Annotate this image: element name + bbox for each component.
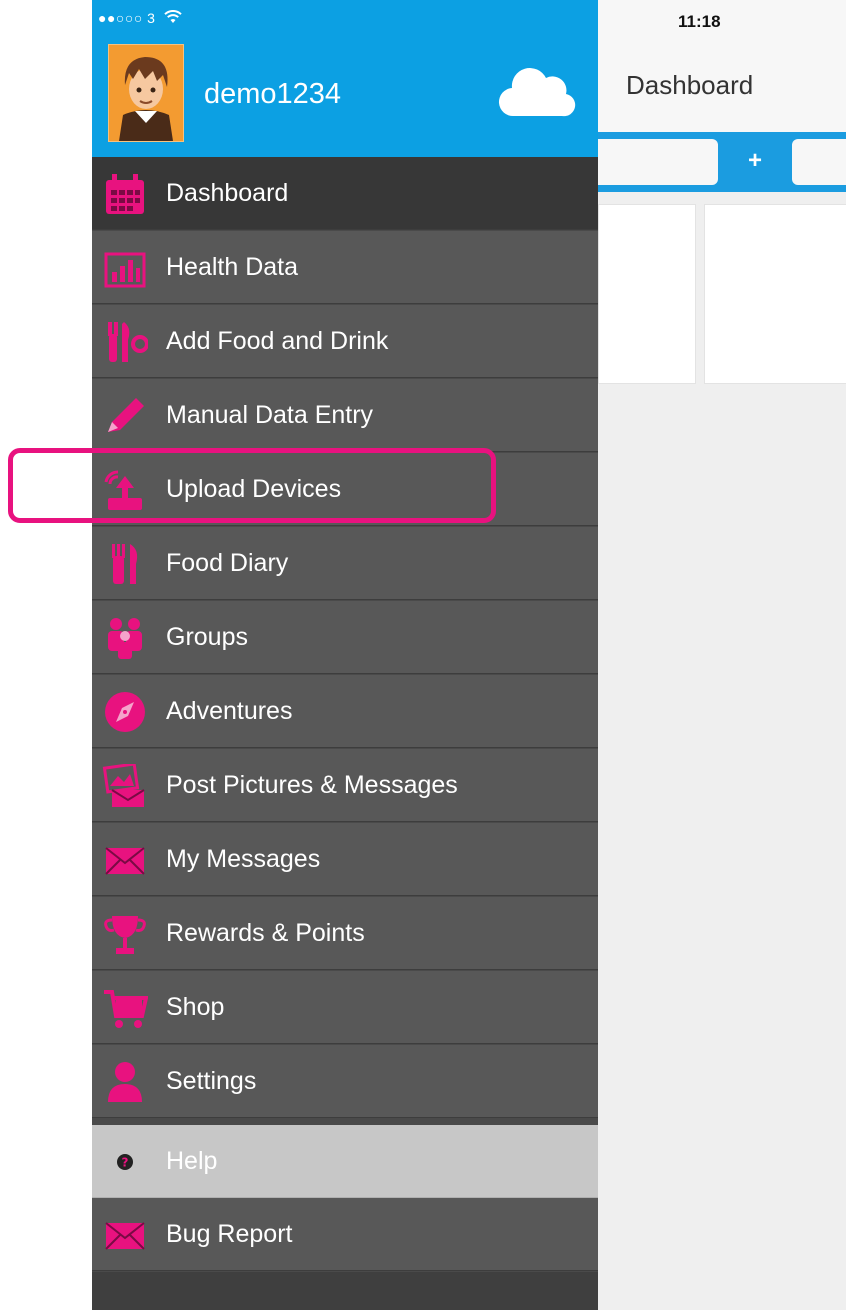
sidebar-item-bug-report[interactable]: Bug Report: [92, 1198, 598, 1271]
tab-bar: +: [598, 132, 846, 192]
sidebar-item-dashboard[interactable]: Dashboard: [92, 157, 598, 230]
carrier-status: ●●○○○ 3: [98, 10, 182, 26]
group-icon: [108, 618, 142, 659]
cart-icon: [104, 990, 148, 1028]
sidebar-item-label: Shop: [166, 993, 225, 1021]
dashboard-card[interactable]: [598, 204, 696, 384]
status-time: 11:18: [678, 12, 721, 31]
trophy-icon: [104, 916, 146, 954]
avatar-character-icon: [109, 45, 183, 141]
sidebar-item-label: Post Pictures & Messages: [166, 771, 458, 799]
sidebar-item-label: Rewards & Points: [166, 919, 365, 947]
sidebar-footer: [92, 1272, 598, 1310]
sidebar-item-label: Add Food and Drink: [166, 327, 389, 355]
calendar-icon: [106, 174, 144, 214]
envelope-icon: [105, 1222, 145, 1250]
sidebar-drawer: ●●○○○ 3 demo1234 Dashboard Health Data A…: [92, 0, 598, 1310]
tab-right[interactable]: [792, 139, 846, 185]
username: demo1234: [204, 78, 342, 110]
svg-text:?: ?: [122, 1156, 129, 1170]
sidebar-item-groups[interactable]: Groups: [92, 601, 598, 674]
person-icon: [108, 1062, 142, 1102]
carrier-signal: ●●○○○ 3: [98, 10, 156, 26]
sidebar-item-health-data[interactable]: Health Data: [92, 231, 598, 304]
main-header: 11:18 Dashboard: [598, 0, 846, 132]
add-tab-button[interactable]: +: [738, 144, 772, 178]
bar-chart-icon: [104, 252, 146, 288]
sidebar-item-settings[interactable]: Settings: [92, 1045, 598, 1118]
sidebar-item-label: Bug Report: [166, 1220, 293, 1248]
fork-knife-icon: [112, 544, 138, 584]
sidebar-item-shop[interactable]: Shop: [92, 971, 598, 1044]
help-icon: ?: [117, 1154, 133, 1170]
sidebar-item-label: Groups: [166, 623, 248, 651]
highlight-box: [8, 448, 496, 523]
picture-message-icon: [102, 764, 145, 807]
sidebar-item-food-diary[interactable]: Food Diary: [92, 527, 598, 600]
sidebar-item-manual-data-entry[interactable]: Manual Data Entry: [92, 379, 598, 452]
sidebar-item-post-pictures-messages[interactable]: Post Pictures & Messages: [92, 749, 598, 822]
sidebar-item-help[interactable]: ? Help: [92, 1125, 598, 1198]
left-margin: [0, 0, 92, 1310]
cloud-sync-icon[interactable]: [496, 64, 576, 124]
sidebar-item-my-messages[interactable]: My Messages: [92, 823, 598, 896]
pencil-icon: [108, 398, 144, 432]
sidebar-item-label: Health Data: [166, 253, 299, 281]
main-area: 11:18 Dashboard +: [598, 0, 846, 1310]
sidebar-item-label: Adventures: [166, 697, 293, 725]
sidebar-item-add-food-and-drink[interactable]: Add Food and Drink: [92, 305, 598, 378]
sidebar-item-label: My Messages: [166, 845, 321, 873]
sidebar-item-label: Settings: [166, 1067, 257, 1095]
dashboard-card[interactable]: [704, 204, 846, 384]
sidebar-item-adventures[interactable]: Adventures: [92, 675, 598, 748]
cutlery-icon: [108, 322, 148, 362]
envelope-icon: [105, 847, 145, 875]
sidebar-item-label: Food Diary: [166, 549, 289, 577]
sidebar-item-label: Manual Data Entry: [166, 401, 374, 429]
page-title: Dashboard: [626, 70, 754, 100]
sidebar-item-label: Dashboard: [166, 179, 289, 207]
avatar[interactable]: [108, 44, 184, 142]
profile-header: ●●○○○ 3 demo1234: [92, 0, 598, 157]
sidebar-item-rewards-points[interactable]: Rewards & Points: [92, 897, 598, 970]
tab-left[interactable]: [598, 139, 718, 185]
wifi-icon: [164, 10, 182, 23]
sidebar-item-label: Help: [166, 1147, 218, 1175]
compass-icon: [105, 692, 145, 732]
